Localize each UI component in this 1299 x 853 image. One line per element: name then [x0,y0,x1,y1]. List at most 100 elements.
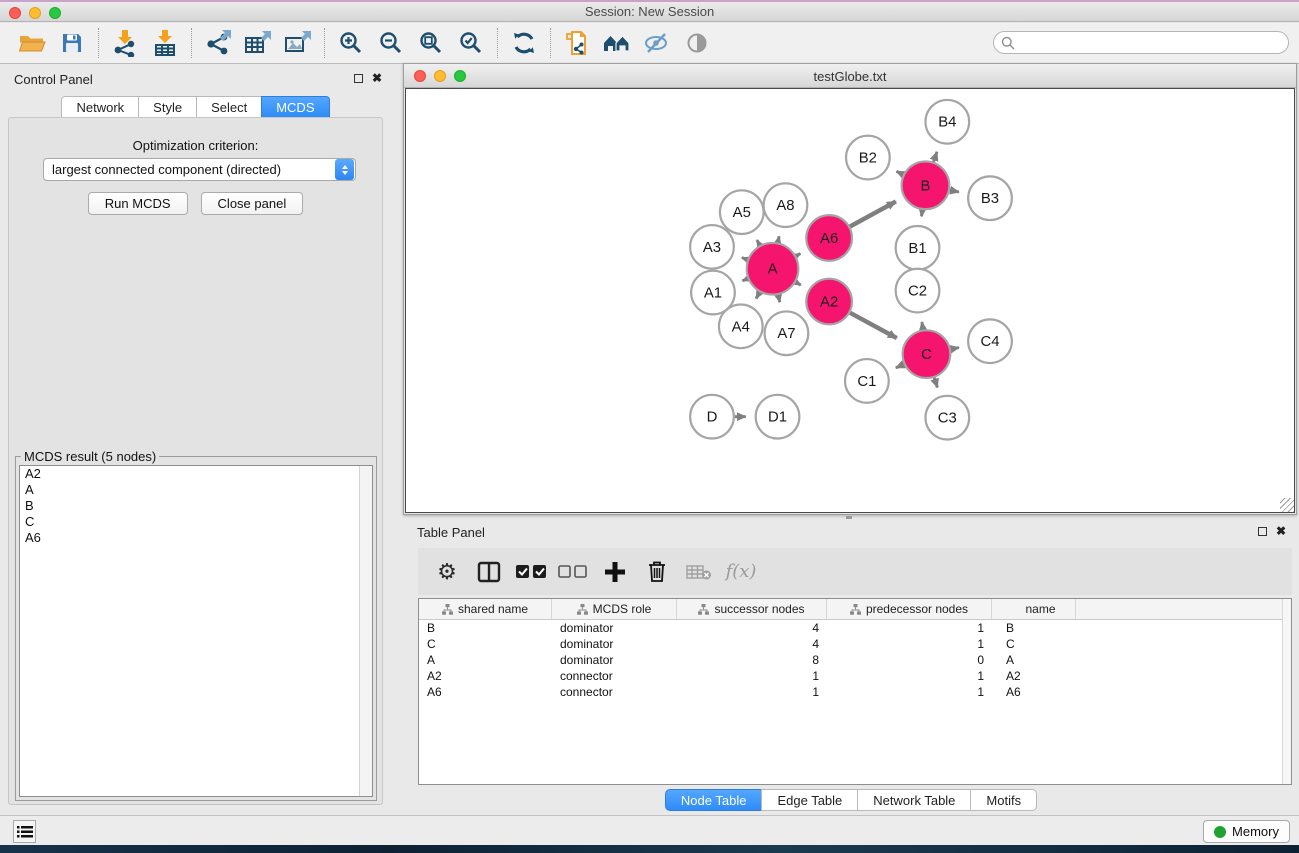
zoom-selected-button[interactable] [451,27,491,59]
open-session-button[interactable] [12,27,52,59]
graph-edge[interactable] [850,313,897,338]
function-builder-button[interactable]: f(x) [722,554,760,590]
cell-mcds-role[interactable]: dominator [552,621,677,635]
cell-name[interactable]: A2 [992,669,1076,683]
zoom-out-button[interactable] [371,27,411,59]
graph-edge[interactable] [896,364,904,368]
apply-layout-button[interactable] [504,27,544,59]
cell-successor-nodes[interactable]: 1 [677,669,827,683]
list-item[interactable]: A2 [20,466,372,482]
graph-edge[interactable] [742,258,747,260]
first-neighbors-button[interactable] [597,27,637,59]
cell-name[interactable]: C [992,637,1076,651]
column-header-successor-nodes[interactable]: successor nodes [677,599,827,619]
cell-name[interactable]: A [992,653,1076,667]
zoom-in-button[interactable] [331,27,371,59]
graph-edge[interactable] [896,171,903,174]
mcds-result-list[interactable]: A2 A B C A6 [19,465,373,797]
graph-edge[interactable] [934,152,937,162]
column-view-button[interactable] [470,554,508,590]
float-panel-icon[interactable] [354,74,363,83]
cell-shared-name[interactable]: A6 [419,685,552,699]
cell-successor-nodes[interactable]: 4 [677,637,827,651]
export-image-button[interactable] [278,27,318,59]
table-scrollbar[interactable] [1282,599,1291,784]
close-table-panel-icon[interactable]: ✖ [1276,526,1286,536]
network-window-titlebar[interactable]: testGlobe.txt [404,64,1296,88]
cell-mcds-role[interactable]: connector [552,685,677,699]
cell-predecessor-nodes[interactable]: 1 [827,669,992,683]
table-row[interactable]: A6 connector 1 1 A6 [419,684,1291,700]
tab-edge-table[interactable]: Edge Table [761,789,858,811]
float-table-panel-icon[interactable] [1258,527,1267,536]
cell-shared-name[interactable]: A2 [419,669,552,683]
show-all-button[interactable] [677,27,717,59]
cell-predecessor-nodes[interactable]: 1 [827,685,992,699]
network-canvas[interactable]: B4B2BB3A5A8A6B1A3AA1C2A2A4A7C4CC1C3DD1 [405,88,1295,513]
graph-edge[interactable] [778,236,779,242]
window-resize-grip[interactable] [1280,498,1294,512]
cell-name[interactable]: A6 [992,685,1076,699]
cell-mcds-role[interactable]: dominator [552,653,677,667]
graph-edge[interactable] [742,279,747,281]
graph-edge[interactable] [796,254,800,256]
table-row[interactable]: A dominator 8 0 A [419,652,1291,668]
column-header-shared-name[interactable]: shared name [419,599,552,619]
graph-edge[interactable] [850,202,896,227]
graph-edge[interactable] [922,322,923,330]
list-item[interactable]: C [20,514,372,530]
table-row[interactable]: B dominator 4 1 B [419,620,1291,636]
graph-edge[interactable] [757,240,760,245]
graph-edge[interactable] [796,282,801,285]
cell-shared-name[interactable]: B [419,621,552,635]
cell-predecessor-nodes[interactable]: 1 [827,637,992,651]
close-panel-icon[interactable]: ✖ [372,73,382,83]
split-divider-handle[interactable] [846,516,852,519]
show-panels-button[interactable] [13,820,36,843]
unselect-all-button[interactable] [554,554,592,590]
cell-successor-nodes[interactable]: 1 [677,685,827,699]
cell-successor-nodes[interactable]: 4 [677,621,827,635]
graph-edge[interactable] [951,348,959,350]
list-item[interactable]: A6 [20,530,372,546]
graph-edge[interactable] [756,292,759,298]
graph-edge[interactable] [778,295,780,302]
tab-motifs[interactable]: Motifs [970,789,1037,811]
tab-network-table[interactable]: Network Table [857,789,971,811]
cell-successor-nodes[interactable]: 8 [677,653,827,667]
criterion-select[interactable]: largest connected component (directed) [43,158,356,181]
close-panel-button[interactable]: Close panel [201,192,304,215]
cell-mcds-role[interactable]: dominator [552,637,677,651]
table-row[interactable]: A2 connector 1 1 A2 [419,668,1291,684]
clone-network-button[interactable] [557,27,597,59]
cell-name[interactable]: B [992,621,1076,635]
list-item[interactable]: B [20,498,372,514]
cell-shared-name[interactable]: C [419,637,552,651]
memory-button[interactable]: Memory [1203,820,1290,843]
node-table[interactable]: shared name MCDS role successor nodes pr… [418,598,1292,785]
import-table-button[interactable] [145,27,185,59]
select-all-button[interactable] [512,554,550,590]
list-scrollbar[interactable] [359,466,372,796]
hide-selected-button[interactable] [637,27,677,59]
tab-network[interactable]: Network [61,96,139,118]
tab-style[interactable]: Style [138,96,197,118]
cell-shared-name[interactable]: A [419,653,552,667]
cell-predecessor-nodes[interactable]: 1 [827,621,992,635]
tab-node-table[interactable]: Node Table [665,789,763,811]
list-item[interactable]: A [20,482,372,498]
export-network-button[interactable] [198,27,238,59]
import-network-button[interactable] [105,27,145,59]
column-header-mcds-role[interactable]: MCDS role [552,599,677,619]
delete-column-button[interactable] [638,554,676,590]
create-column-button[interactable] [596,554,634,590]
graph-edge[interactable] [934,378,937,388]
column-header-name[interactable]: name [992,599,1076,619]
tab-select[interactable]: Select [196,96,262,118]
export-table-button[interactable] [238,27,278,59]
network-graph[interactable]: B4B2BB3A5A8A6B1A3AA1C2A2A4A7C4CC1C3DD1 [406,89,1294,512]
save-session-button[interactable] [52,27,92,59]
run-mcds-button[interactable]: Run MCDS [88,192,188,215]
graph-edge[interactable] [950,190,959,192]
cell-mcds-role[interactable]: connector [552,669,677,683]
